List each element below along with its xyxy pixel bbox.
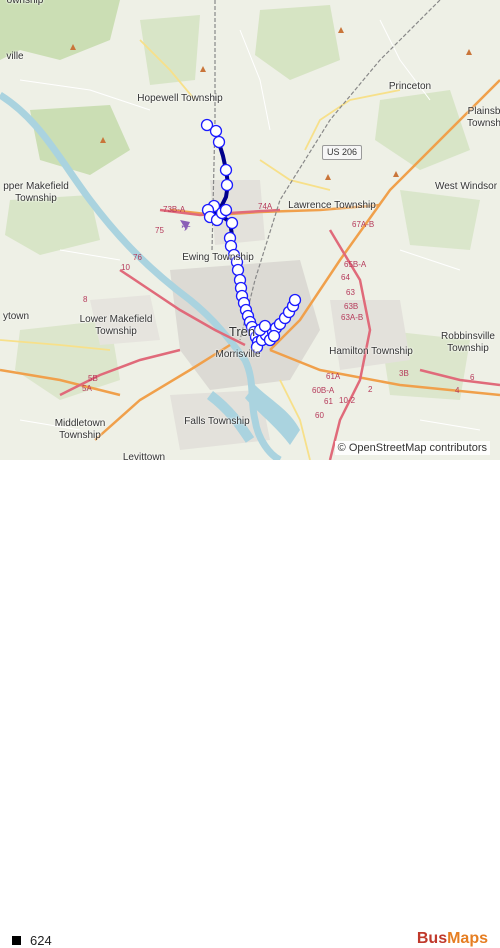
bus-stop-marker[interactable] xyxy=(267,329,281,343)
exit-label: 8 xyxy=(83,295,88,304)
exit-label: 5B xyxy=(88,374,98,383)
place-label-princeton: Princeton xyxy=(388,81,432,92)
place-label-hamilton: Hamilton Township xyxy=(329,346,413,357)
bus-stop-marker[interactable] xyxy=(288,293,302,307)
place-label-lawrence: Lawrence Township xyxy=(288,200,376,211)
route-label: 624 xyxy=(30,933,52,948)
place-label-yardley: ytown xyxy=(2,311,30,322)
airport-icon: ✈ xyxy=(180,220,191,234)
brand-part-2: Maps xyxy=(447,930,488,947)
place-label-westwindsor: West Windsor xyxy=(434,181,498,192)
exit-label: 74A xyxy=(258,202,273,211)
exit-label: 63B xyxy=(344,302,359,311)
exit-label: 5A xyxy=(82,384,92,393)
exit-label: 65B-A xyxy=(344,260,367,269)
place-label-falls: Falls Township xyxy=(184,416,250,427)
exit-label: 64 xyxy=(341,273,350,282)
legend-footer: 624 BusMaps xyxy=(0,460,500,948)
us206-shield: US 206 xyxy=(322,145,363,160)
bus-stop-marker[interactable] xyxy=(231,263,245,277)
bus-stop-marker[interactable] xyxy=(225,216,239,230)
place-label-ewing: Ewing Township xyxy=(182,252,254,263)
exit-label: 2 xyxy=(368,385,373,394)
place-label-lowermakefield: Lower Makefield Township xyxy=(79,314,153,337)
place-label-trenton: Tren xyxy=(228,324,256,339)
place-label-topcut: ownship xyxy=(6,0,44,6)
exit-label: 60B-A xyxy=(312,386,335,395)
bus-stop-marker[interactable] xyxy=(219,163,233,177)
route-color-swatch xyxy=(12,936,21,945)
map-attribution[interactable]: © OpenStreetMap contributors xyxy=(334,441,490,455)
bus-stop-marker[interactable] xyxy=(220,178,234,192)
exit-label: 61 xyxy=(324,397,333,406)
exit-label: 75 xyxy=(155,226,164,235)
exit-label: 4 xyxy=(455,386,460,395)
exit-label: 73B-A xyxy=(163,205,186,214)
map-basemap: ✈ xyxy=(0,0,500,460)
exit-label: 61A xyxy=(326,372,341,381)
exit-label: 76 xyxy=(133,253,142,262)
exit-label: 6 xyxy=(470,373,475,382)
place-label-middletown: Middletown Township xyxy=(54,418,106,441)
exit-label: 63A-B xyxy=(341,313,364,322)
exit-label: 67A-B xyxy=(352,220,375,229)
place-label-morrisville: Morrisville xyxy=(215,349,261,360)
exit-label: 10 xyxy=(121,263,130,272)
exit-label: 60 xyxy=(315,411,324,420)
exit-label: 10-2 xyxy=(339,396,356,405)
place-label-uppermakefield: pper Makefield Township xyxy=(3,181,69,204)
place-label-hopewell: Hopewell Township xyxy=(137,93,223,104)
map-area[interactable]: ✈ ownship ville Hopewell Township Prince… xyxy=(0,0,500,460)
bus-stop-marker[interactable] xyxy=(212,135,226,149)
place-label-levittown: Levittown xyxy=(122,452,166,460)
place-label-robbinsville: Robbinsville Township xyxy=(441,331,495,354)
exit-label: 63 xyxy=(346,288,355,297)
bus-stop-marker[interactable] xyxy=(219,203,233,217)
brand-part-1: Bus xyxy=(416,930,448,947)
bus-stop-marker[interactable] xyxy=(209,124,223,138)
svg-text:✈: ✈ xyxy=(181,220,191,234)
place-label-plainsboro: Plainsb Townsh xyxy=(467,106,500,129)
place-label-pennington: ville xyxy=(6,51,24,62)
exit-label: 3B xyxy=(399,369,409,378)
busmaps-logo[interactable]: BusMaps xyxy=(417,930,488,948)
bus-stop-marker[interactable] xyxy=(258,319,272,333)
